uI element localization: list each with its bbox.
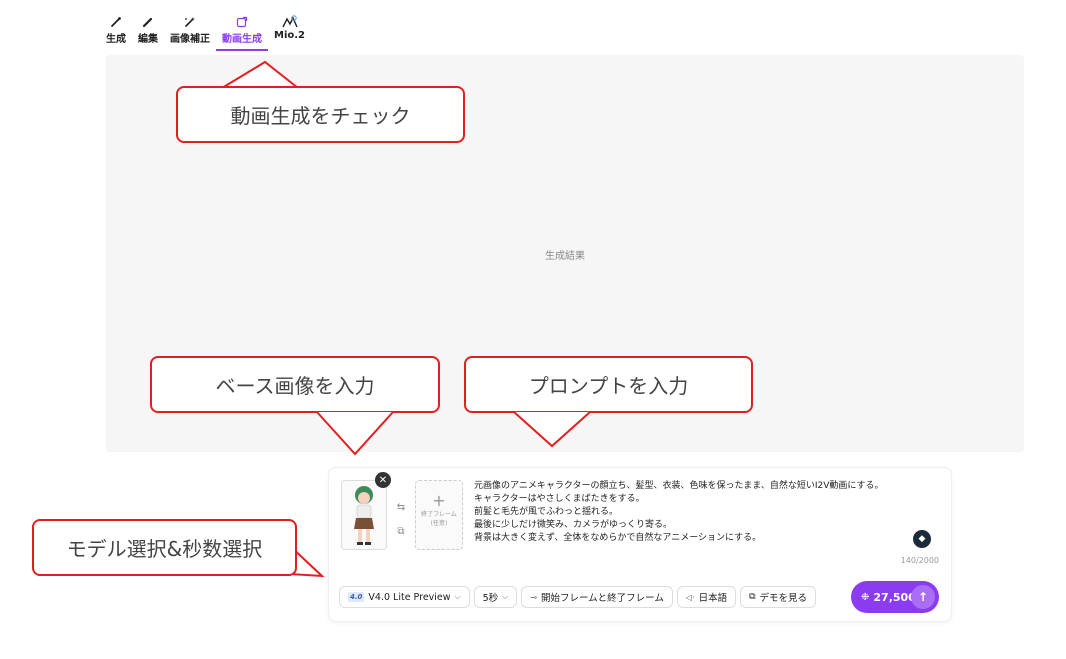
plus-icon: +	[432, 491, 446, 510]
close-icon: ✕	[378, 474, 388, 486]
model-select-label: V4.0 Lite Preview	[368, 591, 451, 603]
callout-pointer	[316, 411, 394, 456]
speaker-icon: ◁·	[685, 592, 695, 602]
callout-pointer	[513, 411, 591, 448]
end-frame-optional: (任意)	[430, 520, 448, 527]
prompt-line: 元画像のアニメキャラクターの顔立ち、髪型、衣装、色味を保ったまま、自然な短いI2…	[474, 481, 884, 491]
chevron-down-icon: ⌵	[454, 592, 461, 601]
duration-label: 5秒	[482, 593, 499, 604]
brush-icon	[106, 14, 126, 30]
end-frame-label: 終了フレーム	[421, 511, 457, 518]
generate-button[interactable]: ❉ 27,500 ↑	[851, 581, 939, 613]
callout-text: プロンプトを入力	[528, 374, 689, 398]
language-label: 日本語	[698, 593, 728, 604]
remove-image-button[interactable]: ✕	[375, 472, 391, 488]
composer-toolbar: 4.0 V4.0 Lite Preview ⌵ 5秒 ⌵ ⊸ 開始フレームと終了…	[339, 586, 817, 608]
callout-video-tab: 動画生成をチェック	[176, 86, 465, 143]
callout-text: 動画生成をチェック	[230, 104, 411, 128]
video-export-icon: ⧉	[749, 592, 756, 602]
callout-base-image: ベース画像を入力	[150, 356, 440, 413]
callout-prompt: プロンプトを入力	[464, 356, 753, 413]
frames-icon: ⊸	[530, 592, 537, 602]
prompt-line: 背景は大きく変えず、全体をなめらかで自然なアニメーションにする。	[474, 533, 762, 543]
callout-text: ベース画像を入力	[215, 374, 375, 398]
credit-amount: 27,500	[873, 590, 916, 604]
pencil-icon	[138, 14, 158, 30]
nav-tab-label: 編集	[138, 34, 158, 45]
demo-label: デモを見る	[759, 593, 808, 604]
character-image	[354, 486, 374, 545]
character-count: 140/2000	[900, 556, 939, 565]
chevron-down-icon: ⌵	[502, 592, 509, 601]
duration-select[interactable]: 5秒 ⌵	[473, 586, 518, 608]
end-frame-slot[interactable]: + 終了フレーム (任意)	[415, 480, 463, 550]
nav-tab-label: 動画生成	[222, 34, 262, 45]
prompt-textarea[interactable]: 元画像のアニメキャラクターの顔立ち、髪型、衣装、色味を保ったまま、自然な短いI2…	[474, 480, 914, 545]
frame-controls: ⇆ ⧉	[395, 496, 407, 544]
arrow-up-icon: ↑	[911, 585, 935, 609]
prompt-line: 前髪と毛先が風でふわっと揺れる。	[474, 507, 619, 517]
result-placeholder: 生成結果	[545, 251, 585, 262]
prompt-line: 最後に少しだけ微笑み、カメラがゆっくり寄る。	[474, 520, 673, 530]
video-export-icon	[232, 14, 252, 30]
sparkle-icon: ◆	[918, 534, 926, 544]
prompt-assist-button[interactable]: ◆	[913, 530, 931, 548]
nav-tab-label: Mio.2	[274, 30, 306, 41]
callout-text: モデル選択&秒数選択	[66, 537, 263, 561]
model-select[interactable]: 4.0 V4.0 Lite Preview ⌵	[339, 586, 470, 608]
frame-mode-label: 開始フレームと終了フレーム	[540, 593, 664, 604]
frame-mode-button[interactable]: ⊸ 開始フレームと終了フレーム	[521, 586, 673, 608]
nav-tab-enhance[interactable]: 画像補正	[164, 12, 216, 51]
nav-tab-label: 画像補正	[170, 34, 210, 45]
nav-tab-edit[interactable]: 編集	[132, 12, 164, 51]
nav-tab-generate[interactable]: 生成	[100, 12, 132, 51]
video-composer-panel: ✕ ⇆ ⧉ + 終了フレーム (任意) 元画像のアニメキャラクターの顔立ち、髪型…	[328, 467, 952, 622]
mode-nav: 生成 編集 画像補正 動画生成 Mio.2	[100, 12, 311, 51]
callout-model-duration: モデル選択&秒数選択	[32, 519, 297, 576]
demo-button[interactable]: ⧉ デモを見る	[740, 586, 817, 608]
credit-icon: ❉	[861, 591, 870, 603]
base-image-thumbnail[interactable]	[341, 480, 387, 550]
prompt-line: キャラクターはやさしくまばたきをする。	[474, 494, 645, 504]
swap-frames-icon[interactable]: ⇆	[395, 496, 407, 520]
copy-frame-icon[interactable]: ⧉	[395, 520, 407, 544]
mio-icon	[280, 14, 300, 30]
magic-wand-icon	[180, 14, 200, 30]
model-version-badge: 4.0	[348, 592, 365, 602]
language-button[interactable]: ◁· 日本語	[676, 586, 737, 608]
nav-tab-label: 生成	[106, 34, 126, 45]
nav-tab-mio[interactable]: Mio.2	[268, 12, 311, 51]
nav-tab-video[interactable]: 動画生成	[216, 12, 268, 51]
